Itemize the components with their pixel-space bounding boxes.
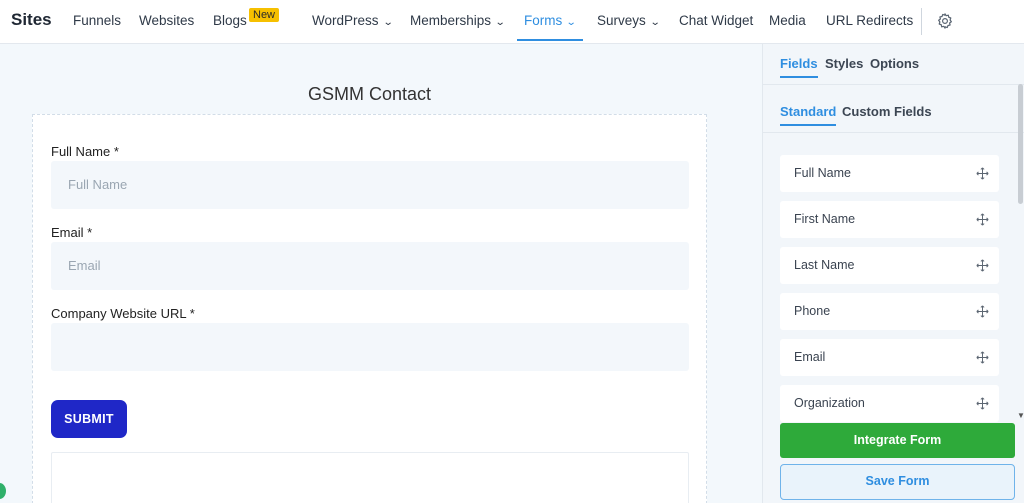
nav-media[interactable]: Media (769, 0, 806, 44)
tab-styles[interactable]: Styles (825, 56, 863, 71)
nav-forms[interactable]: Forms ⌄ (517, 0, 583, 44)
chevron-down-icon: ⌄ (494, 17, 506, 28)
form-title: GSMM Contact (307, 84, 432, 104)
field-item-first-name[interactable]: First Name (780, 201, 999, 238)
tab-standard[interactable]: Standard (780, 104, 837, 126)
top-navigation: Sites Funnels Websites Blogs New WordPre… (0, 0, 1024, 44)
full-name-label: Full Name * (51, 144, 119, 159)
field-item-last-name[interactable]: Last Name (780, 247, 999, 284)
nav-memberships-label: Memberships (410, 13, 492, 28)
chevron-down-icon: ⌄ (649, 17, 661, 28)
nav-surveys[interactable]: Surveys ⌄ (597, 0, 661, 44)
field-item-label: Organization (794, 396, 865, 410)
integrate-form-button[interactable]: Integrate Form (780, 423, 1015, 458)
field-item-email[interactable]: Email (780, 339, 999, 376)
email-label: Email * (51, 225, 93, 240)
nav-blogs-label: Blogs (213, 13, 247, 28)
form-preview: Full Name * Full Name Email * Email Comp… (32, 114, 707, 503)
new-badge: New (249, 8, 280, 22)
form-builder-panel: Fields Styles Options Standard Custom Fi… (762, 44, 1024, 503)
move-icon[interactable] (976, 213, 989, 226)
nav-wordpress-label: WordPress (312, 13, 379, 28)
field-item-full-name[interactable]: Full Name (780, 155, 999, 192)
move-icon[interactable] (976, 397, 989, 410)
full-name-input[interactable]: Full Name (51, 161, 689, 209)
field-item-label: Email (794, 350, 826, 364)
company-website-input[interactable] (51, 323, 689, 371)
field-item-label: Full Name (794, 166, 851, 180)
company-website-label: Company Website URL * (51, 306, 195, 321)
nav-websites[interactable]: Websites (139, 0, 194, 44)
nav-forms-label: Forms (524, 13, 563, 28)
move-icon[interactable] (976, 259, 989, 272)
subtabs-divider (763, 132, 1024, 133)
tabs-divider (763, 84, 1024, 85)
save-form-button[interactable]: Save Form (780, 464, 1015, 500)
field-item-label: Last Name (794, 258, 855, 272)
nav-chat-widget[interactable]: Chat Widget (679, 0, 753, 44)
field-item-organization[interactable]: Organization (780, 385, 999, 422)
nav-url-redirects[interactable]: URL Redirects (826, 0, 913, 44)
move-icon[interactable] (976, 351, 989, 364)
email-input[interactable]: Email (51, 242, 689, 290)
nav-blogs[interactable]: Blogs New (213, 0, 280, 44)
field-item-phone[interactable]: Phone (780, 293, 999, 330)
field-item-label: First Name (794, 212, 856, 226)
gear-icon[interactable] (936, 12, 954, 30)
chevron-down-icon: ⌄ (382, 17, 394, 28)
tab-fields[interactable]: Fields (780, 56, 818, 78)
nav-memberships[interactable]: Memberships ⌄ (410, 0, 506, 44)
brand-title[interactable]: Sites (11, 0, 52, 44)
form-element-placeholder[interactable] (51, 452, 689, 503)
nav-surveys-label: Surveys (597, 13, 646, 28)
field-item-label: Phone (794, 304, 831, 318)
tab-custom-fields[interactable]: Custom Fields (842, 104, 932, 119)
status-indicator (0, 483, 6, 499)
nav-funnels[interactable]: Funnels (73, 0, 121, 44)
panel-scrollbar[interactable] (1018, 84, 1023, 204)
chevron-down-icon: ⌄ (565, 17, 577, 28)
nav-wordpress[interactable]: WordPress ⌄ (312, 0, 394, 44)
scroll-down-icon[interactable]: ▼ (1017, 411, 1024, 420)
move-icon[interactable] (976, 167, 989, 180)
tab-options[interactable]: Options (870, 56, 919, 71)
move-icon[interactable] (976, 305, 989, 318)
submit-button[interactable]: SUBMIT (51, 400, 127, 438)
nav-divider (921, 8, 922, 35)
